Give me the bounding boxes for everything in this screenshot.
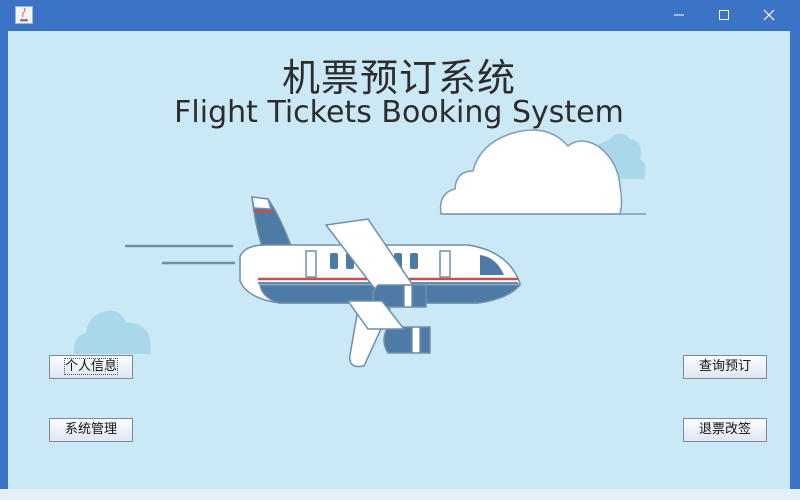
window-bottom-border: [0, 489, 800, 500]
title-bar[interactable]: [0, 0, 800, 30]
close-button[interactable]: [746, 0, 792, 30]
query-booking-label: 查询预订: [698, 359, 751, 374]
system-management-button[interactable]: 系统管理: [49, 418, 133, 442]
personal-info-button[interactable]: 个人信息: [49, 355, 133, 379]
app-window: 机票预订系统 Flight Tickets Booking System 个人信…: [0, 0, 800, 500]
maximize-button[interactable]: [701, 0, 747, 30]
main-panel: 机票预订系统 Flight Tickets Booking System 个人信…: [8, 31, 790, 489]
java-app-icon: [15, 6, 33, 24]
minimize-icon: [674, 14, 684, 16]
personal-info-label: 个人信息: [63, 358, 119, 375]
airplane-icon: [239, 196, 522, 368]
query-booking-button[interactable]: 查询预订: [683, 355, 767, 379]
system-management-label: 系统管理: [64, 422, 117, 437]
refund-change-button[interactable]: 退票改签: [683, 418, 767, 442]
cloud-icon: [73, 310, 151, 354]
minimize-button[interactable]: [656, 0, 702, 30]
refund-change-label: 退票改签: [698, 422, 751, 437]
close-icon: [763, 9, 775, 21]
page-title-chinese: 机票预订系统: [281, 56, 516, 100]
page-title-english: Flight Tickets Booking System: [174, 95, 624, 130]
maximize-icon: [719, 10, 729, 20]
